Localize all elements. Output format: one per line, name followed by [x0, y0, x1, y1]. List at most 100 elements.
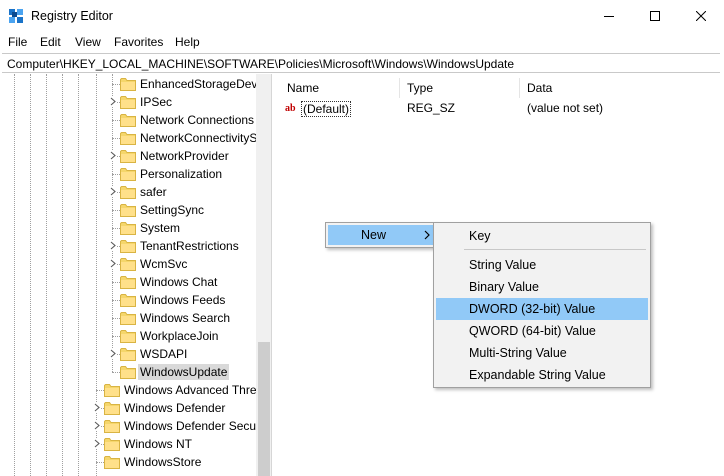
menu-item-expandable-string-value[interactable]: Expandable String Value: [436, 364, 648, 386]
tree-node[interactable]: Windows Defender Secur: [0, 417, 260, 435]
folder-icon: [120, 365, 136, 379]
tree-node[interactable]: safer: [0, 183, 256, 201]
column-type[interactable]: Type: [397, 74, 433, 100]
context-menu: New: [325, 222, 437, 248]
tree-node-label: SettingSync: [140, 203, 205, 217]
tree-node[interactable]: Windows Advanced Thre: [0, 381, 257, 399]
value-data: (value not set): [527, 101, 604, 115]
address-bar[interactable]: Computer\HKEY_LOCAL_MACHINE\SOFTWARE\Pol…: [2, 53, 720, 73]
folder-icon: [120, 203, 136, 217]
tree-node[interactable]: Windows NT: [0, 435, 256, 453]
chevron-right-icon[interactable]: [108, 349, 117, 358]
menu-item-qword-value[interactable]: QWORD (64-bit) Value: [436, 320, 648, 342]
tree-node-label: System: [140, 221, 181, 235]
column-data[interactable]: Data: [517, 74, 552, 100]
tree-node-label: Windows Defender: [124, 401, 226, 415]
menu-item-string-value[interactable]: String Value: [436, 254, 648, 276]
folder-icon: [120, 185, 136, 199]
chevron-right-icon[interactable]: [92, 439, 101, 448]
tree-node-label: Windows NT: [124, 437, 193, 451]
tree-node[interactable]: NetworkProvider: [0, 147, 256, 165]
menu-help[interactable]: Help: [175, 35, 200, 49]
tree-node[interactable]: NetworkConnectivityS: [0, 129, 258, 147]
address-path[interactable]: Computer\HKEY_LOCAL_MACHINE\SOFTWARE\Pol…: [7, 57, 514, 71]
folder-icon: [104, 383, 120, 397]
folder-icon: [120, 257, 136, 271]
tree-node[interactable]: IPSec: [0, 93, 256, 111]
list-item[interactable]: ab (Default) REG_SZ (value not set): [277, 100, 717, 118]
chevron-right-icon[interactable]: [108, 97, 117, 106]
folder-icon: [120, 167, 136, 181]
tree-node[interactable]: Windows Chat: [0, 273, 256, 291]
menu-item-key[interactable]: Key: [436, 225, 648, 247]
tree-node-label: TenantRestrictions: [140, 239, 239, 253]
chevron-right-icon[interactable]: [108, 151, 117, 160]
tree-node[interactable]: Network Connections: [0, 111, 256, 129]
menu-item-new-label: New: [361, 228, 387, 242]
minimize-button[interactable]: [586, 0, 632, 32]
menu-item-multi-string-value[interactable]: Multi-String Value: [436, 342, 648, 364]
tree-node[interactable]: Windows Defender: [0, 399, 256, 417]
tree-node[interactable]: Windows Search: [0, 309, 256, 327]
tree-guide-line: [112, 210, 120, 211]
folder-icon: [104, 455, 120, 469]
folder-icon: [120, 275, 136, 289]
tree-node-label: IPSec: [140, 95, 173, 109]
tree-node-label: WorkplaceJoin: [140, 329, 219, 343]
tree-guide-line: [96, 390, 104, 391]
chevron-right-icon[interactable]: [92, 421, 101, 430]
tree-node[interactable]: WindowsStore: [0, 453, 256, 471]
tree-node-label: Windows Search: [140, 311, 231, 325]
chevron-right-icon: [424, 230, 430, 240]
tree-guide-line: [112, 174, 120, 175]
string-value-icon: ab: [285, 103, 296, 114]
tree-node[interactable]: SettingSync: [0, 201, 256, 219]
tree-node-label: NetworkConnectivityS: [140, 131, 258, 145]
chevron-right-icon[interactable]: [92, 403, 101, 412]
menu-file[interactable]: File: [8, 35, 27, 49]
menu-view[interactable]: View: [75, 35, 101, 49]
chevron-right-icon[interactable]: [108, 187, 117, 196]
tree-guide-line: [112, 318, 120, 319]
menu-bar: File Edit View Favorites Help: [0, 32, 724, 52]
tree-node[interactable]: WcmSvc: [0, 255, 256, 273]
folder-icon: [120, 149, 136, 163]
folder-icon: [120, 77, 136, 91]
tree-node-label: WindowsStore: [124, 455, 202, 469]
menu-item-label: Key: [469, 229, 491, 243]
folder-icon: [120, 293, 136, 307]
window-title: Registry Editor: [31, 9, 113, 23]
menu-item-dword-value[interactable]: DWORD (32-bit) Value: [436, 298, 648, 320]
close-button[interactable]: [678, 0, 724, 32]
tree-node[interactable]: Windows Feeds: [0, 291, 256, 309]
tree-guide-line: [112, 282, 120, 283]
tree-node[interactable]: WorkplaceJoin: [0, 327, 256, 345]
tree-guide-line: [112, 228, 120, 229]
chevron-right-icon[interactable]: [108, 241, 117, 250]
tree-node[interactable]: EnhancedStorageDevi: [0, 75, 260, 93]
menu-item-label: Expandable String Value: [469, 368, 606, 382]
minimize-icon: [604, 16, 614, 17]
tree-guide-line: [112, 372, 120, 373]
column-name[interactable]: Name: [277, 74, 319, 100]
tree-node[interactable]: TenantRestrictions: [0, 237, 256, 255]
menu-favorites[interactable]: Favorites: [114, 35, 163, 49]
folder-icon: [120, 347, 136, 361]
tree-node-label: Personalization: [140, 167, 223, 181]
registry-icon: [8, 8, 24, 24]
tree-node[interactable]: System: [0, 219, 256, 237]
tree-node[interactable]: Personalization: [0, 165, 256, 183]
maximize-button[interactable]: [632, 0, 678, 32]
menu-item-new[interactable]: New: [328, 225, 434, 245]
folder-icon: [120, 221, 136, 235]
tree-node[interactable]: WindowsUpdate: [0, 363, 256, 381]
menu-separator: [464, 249, 646, 250]
title-bar: Registry Editor: [0, 0, 724, 32]
tree-node[interactable]: WSDAPI: [0, 345, 256, 363]
menu-item-label: Multi-String Value: [469, 346, 567, 360]
menu-edit[interactable]: Edit: [40, 35, 61, 49]
tree-node-label: safer: [140, 185, 167, 199]
menu-item-binary-value[interactable]: Binary Value: [436, 276, 648, 298]
tree-scrollbar-thumb[interactable]: [258, 342, 270, 476]
chevron-right-icon[interactable]: [108, 259, 117, 268]
